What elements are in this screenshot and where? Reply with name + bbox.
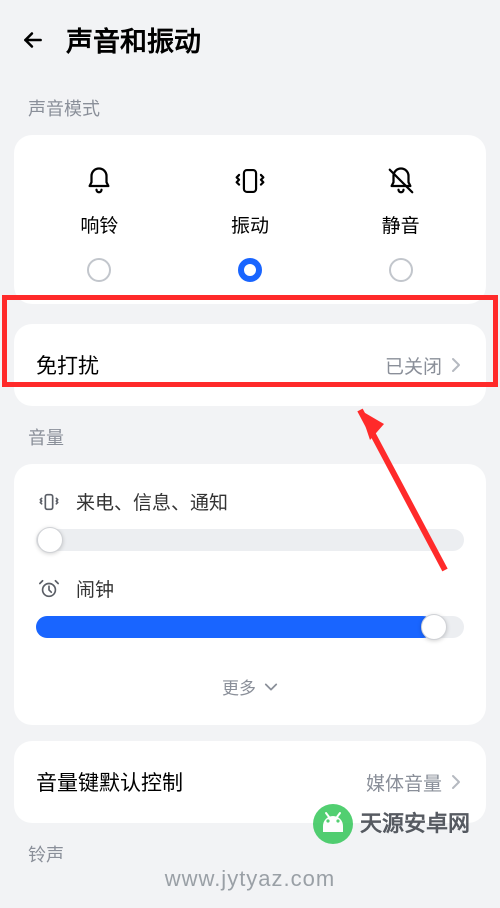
mode-vibrate[interactable]: 振动 (175, 163, 326, 282)
vol-key-value: 媒体音量 (366, 769, 442, 796)
bell-off-icon (386, 163, 416, 199)
chevron-right-icon (448, 357, 464, 373)
volume-calls-label: 来电、信息、通知 (76, 488, 228, 515)
watermark-logo: 天源安卓网 (308, 799, 478, 854)
vibrate-small-icon (36, 491, 62, 513)
more-label: 更多 (222, 674, 256, 699)
dnd-card[interactable]: 免打扰 已关闭 (14, 324, 486, 406)
dnd-title: 免打扰 (36, 350, 385, 380)
mode-ring[interactable]: 响铃 (24, 163, 175, 282)
chevron-right-icon (448, 774, 464, 790)
page-title: 声音和振动 (66, 20, 201, 59)
mode-silent-label: 静音 (382, 211, 420, 238)
dnd-value: 已关闭 (385, 352, 442, 379)
volume-alarm-label: 闹钟 (76, 575, 114, 602)
watermark-url: www.jytyaz.com (0, 866, 500, 892)
mode-vibrate-label: 振动 (231, 211, 269, 238)
clock-icon (36, 578, 62, 600)
section-sound-mode: 声音模式 (0, 77, 500, 135)
sound-mode-card: 响铃 振动 静音 (14, 135, 486, 304)
volume-card: 来电、信息、通知 闹钟 更多 (14, 464, 486, 725)
radio-silent[interactable] (389, 258, 413, 282)
bell-icon (84, 163, 114, 199)
back-icon[interactable] (18, 25, 48, 55)
slider-calls[interactable] (36, 529, 464, 551)
mode-silent[interactable]: 静音 (325, 163, 476, 282)
svg-text:天源安卓网: 天源安卓网 (360, 811, 470, 836)
slider-alarm[interactable] (36, 616, 464, 638)
vibrate-icon (233, 163, 267, 199)
vol-key-title: 音量键默认控制 (36, 767, 366, 797)
more-toggle[interactable]: 更多 (36, 662, 464, 717)
chevron-down-icon (264, 680, 278, 694)
radio-vibrate[interactable] (238, 258, 262, 282)
section-volume: 音量 (0, 406, 500, 464)
mode-ring-label: 响铃 (80, 211, 118, 238)
radio-ring[interactable] (87, 258, 111, 282)
